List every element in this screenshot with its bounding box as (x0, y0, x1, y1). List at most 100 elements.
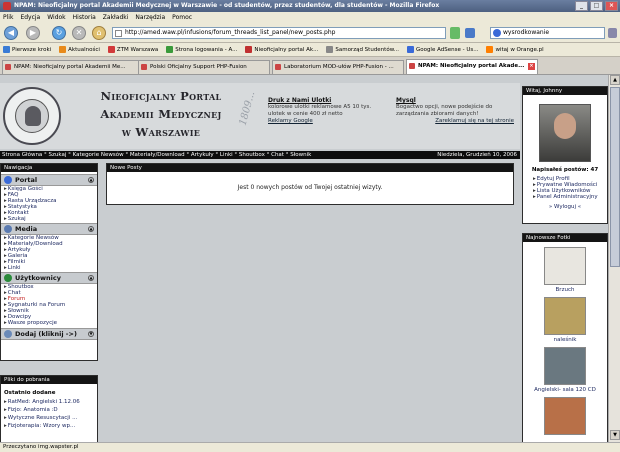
tab-laboratorium[interactable]: Laboratorium MOD-ułów PHP-Fusion - ... (272, 60, 404, 74)
stop-button[interactable]: ✕ (72, 26, 86, 40)
page-icon (115, 30, 122, 37)
photo-thumbnail[interactable] (544, 297, 586, 335)
section-2-globe-icon (4, 274, 12, 282)
home-icon: ⌂ (96, 28, 102, 37)
photo-caption[interactable]: naleśnik (523, 337, 607, 343)
navigation-toolbar: ◀ ▶ ↻ ✕ ⌂ http://amed.waw.pl/infusions/f… (0, 23, 620, 43)
bookmark-favicon-icon (326, 46, 334, 53)
tab-label: NPAM: Nieoficjalny portal Akade... (418, 63, 525, 69)
download-item[interactable]: Fizjo: Anatomia :D (1, 406, 97, 414)
vertical-scrollbar[interactable]: ▲ ▼ (608, 75, 620, 442)
status-text: Przeczytano img.wapster.pl (3, 444, 79, 450)
photo-caption[interactable]: Brzuch (523, 287, 607, 293)
url-bar[interactable]: http://amed.waw.pl/infusions/forum_threa… (112, 27, 446, 39)
menu-tools[interactable]: Narzędzia (135, 14, 165, 21)
download-item[interactable]: RatMed: Angielski 1.12.06 (1, 398, 97, 406)
firefox-icon (3, 2, 11, 10)
bookmark-favicon-icon (107, 46, 115, 53)
back-button[interactable]: ◀ (4, 26, 18, 40)
dropdown-arrow-icon[interactable]: ▼ (88, 331, 94, 337)
ad-2: Mysql Bogactwo opcji, nowe podejście do … (396, 97, 514, 124)
photo-item[interactable]: Brzuch (523, 247, 607, 293)
menu-help[interactable]: Pomoc (172, 14, 192, 21)
tab-npam-1[interactable]: NPAM: Nieoficjalny portal Akademii Me... (2, 60, 150, 74)
bookmark-favicon-icon (486, 46, 494, 53)
site-menu-links[interactable]: Strona Główna ° Szukaj ° Kategorie Newsó… (2, 152, 311, 158)
close-button[interactable]: × (605, 1, 618, 11)
logout-link[interactable]: » Wyloguj « (523, 204, 607, 210)
user-avatar[interactable] (539, 104, 591, 162)
addon-icon[interactable] (465, 28, 475, 38)
add-section-label: Dodaj (kliknij ->) (15, 330, 77, 338)
bookmark-6[interactable]: Google AdSense - Us... (406, 46, 478, 53)
status-bar: Przeczytano img.wapster.pl (0, 442, 620, 452)
bookmark-2[interactable]: ZTM Warszawa (107, 46, 158, 53)
new-posts-panel-title: Nowe Posty (107, 164, 513, 172)
search-go-icon[interactable] (608, 28, 617, 38)
add-section-dropdown[interactable]: Dodaj (kliknij ->) ▼ (1, 328, 97, 340)
url-text: http://amed.waw.pl/infusions/forum_threa… (125, 29, 336, 36)
window-controls: _ □ × (575, 1, 618, 11)
reload-button[interactable]: ↻ (52, 26, 66, 40)
ad-1-title[interactable]: Druk z Nami Ulotki (268, 97, 386, 104)
menu-file[interactable]: Plik (3, 14, 13, 21)
nav-link[interactable]: Wasze propozycje (1, 320, 97, 326)
menu-history[interactable]: Historia (73, 14, 96, 21)
nav-link[interactable]: Szukaj (1, 216, 97, 222)
search-input[interactable]: wysrodkowanie (490, 27, 605, 39)
photo-item[interactable]: naleśnik (523, 297, 607, 343)
nav-section-label: Media (15, 225, 38, 233)
google-ads: Druk z Nami Ulotki kolorowe ulotki rekla… (268, 97, 520, 137)
user-panel-title: Witaj, Johnny (523, 87, 607, 95)
nav-section-media[interactable]: Media ▲ (1, 223, 97, 235)
nav-link[interactable]: Linki (1, 265, 97, 271)
tab-php-fusion-support[interactable]: Polski Oficjalny Support PHP-Fusion (138, 60, 270, 74)
collapse-arrow-icon[interactable]: ▲ (88, 177, 94, 183)
download-item[interactable]: Wytyczne Resuscytacji ... (1, 414, 97, 422)
tab-label: NPAM: Nieoficjalny portal Akademii Me... (14, 64, 126, 70)
bookmark-favicon-icon (166, 46, 174, 53)
collapse-arrow-icon[interactable]: ▲ (88, 275, 94, 281)
ad-1-link[interactable]: Reklamy Google (268, 118, 386, 124)
ad-1: Druk z Nami Ulotki kolorowe ulotki rekla… (268, 97, 386, 124)
home-button[interactable]: ⌂ (92, 26, 106, 40)
scroll-up-icon[interactable]: ▲ (610, 75, 620, 85)
download-item[interactable]: Fizjoterapia: Wzory wp... (1, 422, 97, 430)
bookmark-0[interactable]: Pierwsze kroki (3, 46, 51, 53)
forward-button[interactable]: ▶ (26, 26, 40, 40)
logout-label: Wyloguj (554, 204, 576, 210)
menu-bookmarks[interactable]: Zakładki (103, 14, 129, 21)
nav-section-użytkownicy[interactable]: Użytkownicy ▲ (1, 272, 97, 284)
photo-thumbnail[interactable] (544, 397, 586, 435)
tab-bar: NPAM: Nieoficjalny portal Akademii Me...… (0, 57, 620, 75)
nav-section-label: Portal (15, 176, 38, 184)
bookmark-7[interactable]: witaj w Orange.pl (486, 46, 544, 53)
nav-section-portal[interactable]: Portal ▲ (1, 174, 97, 186)
bookmark-label: Samorząd Studentów... (335, 46, 399, 53)
go-button[interactable] (450, 27, 460, 39)
menu-view[interactable]: Widok (47, 14, 65, 21)
photo-caption[interactable]: Angielski- sala 120 CD (523, 387, 607, 393)
scroll-down-icon[interactable]: ▼ (610, 430, 620, 440)
collapse-arrow-icon[interactable]: ▲ (88, 226, 94, 232)
photo-item[interactable]: Angielski- sala 120 CD (523, 347, 607, 393)
photo-thumbnail[interactable] (544, 247, 586, 285)
close-tab-icon[interactable]: × (528, 63, 535, 70)
tab-npam-active[interactable]: NPAM: Nieoficjalny portal Akade... × (406, 59, 538, 74)
maximize-button[interactable]: □ (590, 1, 603, 11)
bookmark-1[interactable]: Aktualności (59, 46, 100, 53)
downloads-panel: Pliki do pobrania Ostatnio dodane RatMed… (0, 375, 98, 442)
menu-bar: Plik Edycja Widok Historia Zakładki Narz… (0, 12, 620, 23)
photo-thumbnail[interactable] (544, 347, 586, 385)
bookmark-4[interactable]: Nieoficjalny portal Ak... (245, 46, 318, 53)
scrollbar-thumb[interactable] (610, 87, 620, 267)
photo-item[interactable] (523, 397, 607, 435)
bookmark-5[interactable]: Samorząd Studentów... (326, 46, 399, 53)
bookmark-3[interactable]: Strona logowania - A... (166, 46, 237, 53)
menu-edit[interactable]: Edycja (20, 14, 40, 21)
user-post-count: Napisałeś postów: 47 (531, 167, 599, 173)
ad-2-title[interactable]: Mysql (396, 97, 514, 104)
ad-2-link[interactable]: Zareklamuj się na tej stronie (396, 118, 514, 124)
user-link[interactable]: Panel Administracyjny (523, 194, 607, 200)
minimize-button[interactable]: _ (575, 1, 588, 11)
